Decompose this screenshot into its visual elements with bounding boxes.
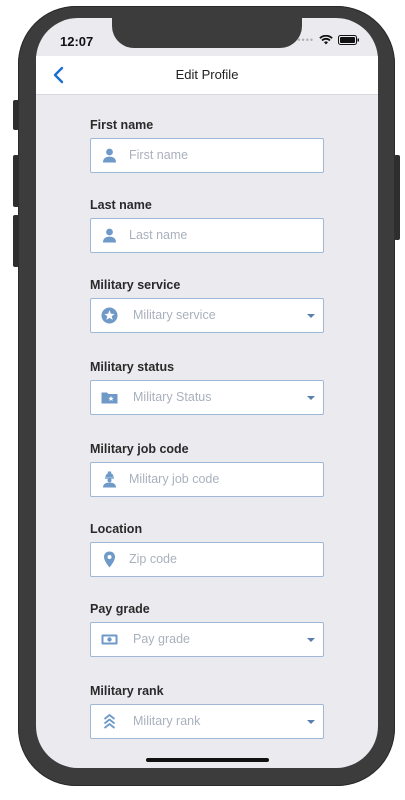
battery-icon: [338, 35, 359, 45]
military-rank-select[interactable]: Military rank: [90, 704, 324, 739]
first-name-input[interactable]: First name: [90, 138, 324, 173]
person-icon: [103, 228, 116, 243]
star-folder-icon: [101, 392, 118, 404]
military-service-placeholder: Military service: [133, 308, 216, 322]
nav-bar: Edit Profile: [36, 56, 378, 95]
military-job-code-placeholder: Military job code: [129, 472, 220, 486]
military-service-select[interactable]: Military service: [90, 298, 324, 333]
military-status-label: Military status: [90, 360, 175, 374]
star-badge-icon: [101, 307, 118, 324]
screen: 12:07 •••• Edit Profile First name First: [36, 18, 378, 768]
military-status-placeholder: Military Status: [133, 390, 212, 404]
status-icons: ••••: [297, 35, 360, 45]
person-icon: [103, 148, 116, 163]
chevron-down-icon: [307, 396, 315, 400]
home-indicator[interactable]: [146, 758, 269, 762]
location-label: Location: [90, 522, 143, 536]
cash-icon: [101, 634, 118, 645]
wifi-icon: [319, 35, 333, 45]
chevron-down-icon: [307, 314, 315, 318]
chevron-rank-icon: [103, 714, 116, 729]
mute-switch: [13, 100, 19, 130]
worker-icon: [103, 471, 116, 488]
last-name-label: Last name: [90, 198, 152, 212]
location-pin-icon: [104, 551, 115, 568]
power-button: [394, 155, 400, 240]
first-name-label: First name: [90, 118, 154, 132]
notch: [112, 18, 302, 48]
status-time: 12:07: [60, 34, 94, 49]
signal-icon: ••••: [297, 35, 314, 45]
pay-grade-placeholder: Pay grade: [133, 632, 190, 646]
military-service-label: Military service: [90, 278, 181, 292]
military-rank-placeholder: Military rank: [133, 714, 201, 728]
chevron-down-icon: [307, 720, 315, 724]
chevron-down-icon: [307, 638, 315, 642]
pay-grade-select[interactable]: Pay grade: [90, 622, 324, 657]
volume-down-button: [13, 215, 19, 267]
military-job-code-label: Military job code: [90, 442, 189, 456]
zip-code-input[interactable]: Zip code: [90, 542, 324, 577]
military-rank-label: Military rank: [90, 684, 164, 698]
page-title: Edit Profile: [175, 67, 239, 82]
military-job-code-input[interactable]: Military job code: [90, 462, 324, 497]
first-name-placeholder: First name: [129, 148, 189, 162]
last-name-input[interactable]: Last name: [90, 218, 324, 253]
volume-up-button: [13, 155, 19, 207]
military-status-select[interactable]: Military Status: [90, 380, 324, 415]
last-name-placeholder: Last name: [129, 228, 188, 242]
zip-code-placeholder: Zip code: [129, 552, 177, 566]
pay-grade-label: Pay grade: [90, 602, 150, 616]
